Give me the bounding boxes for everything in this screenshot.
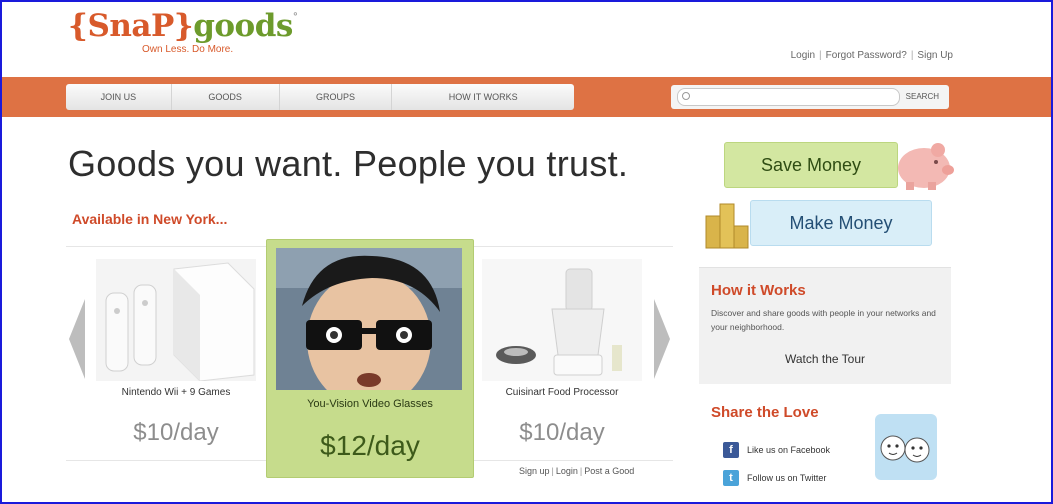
item-price: $10/day [133,419,219,446]
nav-join-us[interactable]: JOIN US [66,84,172,110]
item-price: $12/day [320,430,420,461]
video-glasses-image [276,248,462,390]
arrow-right-icon[interactable] [654,299,670,379]
watch-the-tour-link[interactable]: Watch the Tour [699,352,951,366]
search-icon [682,92,690,100]
search-box: SEARCH [671,85,949,109]
wii-console-image [96,259,256,381]
nav-how-it-works[interactable]: HOW IT WORKS [392,84,574,110]
people-doodle-image [875,414,937,480]
facebook-link[interactable]: f Like us on Facebook [723,442,830,458]
carousel-item-wii[interactable]: Nintendo Wii + 9 Games $10/day [96,259,256,454]
how-it-works-description: Discover and share goods with people in … [711,308,936,332]
carousel-footer-links: Sign up | Login | Post a Good [519,466,635,476]
logo-wordmark: {SnaP}goods° [68,8,298,44]
forgot-password-link[interactable]: Forgot Password? [826,50,907,61]
goods-carousel: Nintendo Wii + 9 Games $10/day You-Visio… [66,239,673,478]
twitter-label: Follow us on Twitter [747,473,827,483]
page-headline: Goods you want. People you trust. [68,143,629,184]
facebook-label: Like us on Facebook [747,445,831,455]
post-a-good-link[interactable]: Post a Good [584,466,634,476]
arrow-left-icon[interactable] [69,299,85,379]
nav-bar: JOIN US GOODS GROUPS HOW IT WORKS SEARCH [2,77,1051,117]
account-links: Login | Forgot Password? | Sign Up [790,50,953,61]
item-name: You-Vision Video Glasses [307,398,433,410]
piggy-bank-icon [898,143,954,190]
how-it-works-panel: How it Works Discover and share goods wi… [699,267,951,384]
availability-text: Available in New York... [72,211,228,227]
save-money-button[interactable]: Save Money [724,142,898,188]
food-processor-image [482,259,642,381]
item-name: Cuisinart Food Processor [505,387,619,398]
nav-groups[interactable]: GROUPS [280,84,393,110]
carousel-item-food-processor[interactable]: Cuisinart Food Processor $10/day [482,259,642,454]
item-price: $10/day [519,419,605,446]
search-input[interactable] [677,88,900,106]
facebook-icon: f [723,442,739,458]
snapgoods-logo[interactable]: {SnaP}goods° [68,8,298,64]
login-footer-link[interactable]: Login [556,466,578,476]
main-menu: JOIN US GOODS GROUPS HOW IT WORKS [66,84,574,110]
how-it-works-title: How it Works [711,282,806,299]
login-link[interactable]: Login [791,50,815,61]
tagline: Own Less. Do More. [142,44,234,55]
share-title: Share the Love [711,404,819,421]
coins-icon [705,203,749,249]
nav-goods[interactable]: GOODS [172,84,280,110]
item-name: Nintendo Wii + 9 Games [121,387,231,398]
share-panel: Share the Love f Like us on Facebook t F… [699,394,951,494]
twitter-link[interactable]: t Follow us on Twitter [723,470,826,486]
twitter-icon: t [723,470,739,486]
make-money-button[interactable]: Make Money [750,200,932,246]
sign-up-link[interactable]: Sign Up [917,50,953,61]
search-button[interactable]: SEARCH [900,85,945,109]
page-frame: {SnaP}goods° Own Less. Do More. Login | Fo… [0,0,1053,504]
carousel-item-video-glasses[interactable]: You-Vision Video Glasses $12/day [266,239,474,478]
sign-up-footer-link[interactable]: Sign up [519,466,550,476]
